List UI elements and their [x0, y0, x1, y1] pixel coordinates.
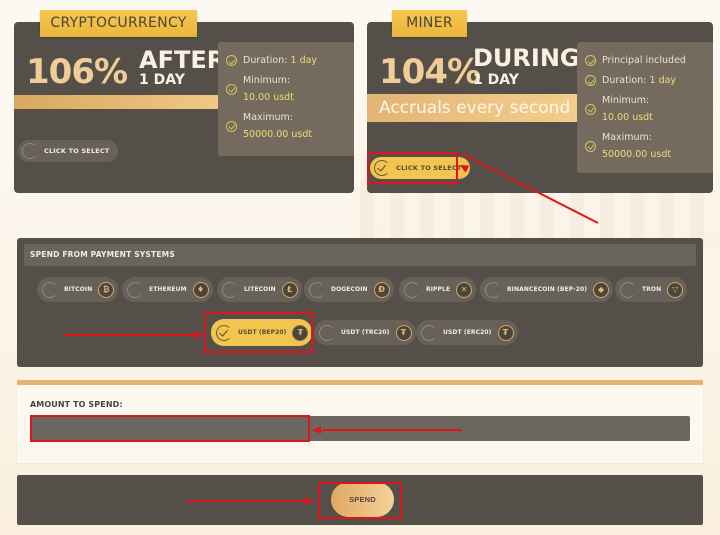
check-circle-icon: [585, 140, 596, 152]
feature-minimum: Minimum: 10.00 usdt: [585, 92, 705, 126]
radio-ring-icon: [42, 281, 58, 298]
ethereum-icon: ♦: [192, 281, 209, 298]
plan-percent: 104%: [379, 52, 481, 92]
plan-features: Principal included Duration: 1 day Minim…: [577, 42, 713, 173]
binance-icon: ◆: [593, 281, 610, 298]
select-plan-button[interactable]: CLICK TO SELECT: [18, 140, 118, 162]
payment-option-ethereum[interactable]: ETHEREUM ♦: [122, 277, 213, 302]
check-circle-icon: [585, 103, 596, 115]
feature-maximum: Maximum: 50000.00 usdt: [585, 129, 705, 163]
tron-icon: ▽: [667, 281, 684, 298]
payment-option-ripple[interactable]: RIPPLE ✕: [399, 277, 477, 302]
plan-tag: MINER: [392, 10, 467, 37]
plan-headline: DURING: [473, 44, 580, 72]
check-circle-icon: [585, 75, 596, 86]
plan-band: [14, 95, 218, 109]
plan-card-miner: MINER 104% DURING 1 DAY Accruals every s…: [367, 10, 713, 193]
plan-percent: 106%: [26, 52, 128, 92]
plan-period: 1 DAY: [139, 72, 185, 88]
amount-panel: AMOUNT TO SPEND:: [17, 380, 703, 463]
feature-minimum: Minimum: 10.00 usdt: [226, 72, 346, 106]
tether-icon: ₮: [497, 324, 514, 341]
plan-features: Duration: 1 day Minimum: 10.00 usdt Maxim…: [218, 42, 354, 156]
plan-period: 1 DAY: [473, 72, 519, 88]
payment-option-usdt-bep20[interactable]: USDT (BEP20) ₮: [211, 319, 313, 346]
tether-icon: ₮: [292, 324, 309, 341]
radio-ring-icon: [222, 281, 238, 298]
plan-band-text: Accruals every second: [367, 94, 577, 122]
select-plan-button[interactable]: CLICK TO SELECT: [370, 157, 470, 179]
dogecoin-icon: Ð: [373, 281, 390, 298]
check-ring-icon: [374, 160, 390, 176]
payment-option-binancecoin[interactable]: BINANCECOIN (BEP-20) ◆: [480, 277, 614, 302]
check-ring-icon: [216, 324, 232, 341]
check-circle-icon: [585, 55, 596, 66]
payment-option-dogecoin[interactable]: DOGECOIN Ð: [304, 277, 394, 302]
plan-tag: CRYPTOCURRENCY: [40, 10, 197, 37]
payment-option-litecoin[interactable]: LITECOIN Ł: [217, 277, 302, 302]
radio-ring-icon: [319, 324, 335, 341]
plan-card-cryptocurrency: CRYPTOCURRENCY 106% AFTER 1 DAY Duration…: [14, 10, 354, 193]
payment-systems-title: SPEND FROM PAYMENT SYSTEMS: [24, 244, 696, 266]
ripple-icon: ✕: [456, 281, 473, 298]
radio-ring-icon: [127, 281, 143, 298]
payment-option-tron[interactable]: TRON ▽: [615, 277, 688, 302]
radio-ring-icon: [421, 324, 437, 341]
litecoin-icon: Ł: [281, 281, 298, 298]
feature-duration: Duration: 1 day: [226, 52, 346, 69]
feature-principal: Principal included: [585, 52, 705, 69]
radio-ring-icon: [620, 281, 636, 298]
spend-button[interactable]: SPEND: [331, 482, 394, 517]
feature-maximum: Maximum: 50000.00 usdt: [226, 109, 346, 143]
spend-panel: SPEND: [17, 475, 703, 525]
amount-input[interactable]: [30, 416, 690, 441]
radio-ring-icon: [309, 281, 325, 298]
check-circle-icon: [226, 120, 237, 132]
tether-icon: ₮: [395, 324, 412, 341]
payment-option-bitcoin[interactable]: BITCOIN ₿: [37, 277, 119, 302]
radio-ring-icon: [404, 281, 420, 298]
payment-systems-panel: SPEND FROM PAYMENT SYSTEMS BITCOIN ₿ ETH…: [17, 238, 703, 367]
amount-label: AMOUNT TO SPEND:: [30, 400, 123, 409]
feature-duration: Duration: 1 day: [585, 72, 705, 89]
payment-option-usdt-erc20[interactable]: USDT (ERC20) ₮: [416, 320, 518, 345]
check-circle-icon: [226, 83, 237, 95]
radio-ring-icon: [22, 143, 38, 159]
check-circle-icon: [226, 55, 237, 66]
payment-option-usdt-trc20[interactable]: USDT (TRC20) ₮: [314, 320, 416, 345]
bitcoin-icon: ₿: [98, 281, 115, 298]
radio-ring-icon: [485, 281, 501, 298]
plan-headline: AFTER: [139, 46, 226, 74]
